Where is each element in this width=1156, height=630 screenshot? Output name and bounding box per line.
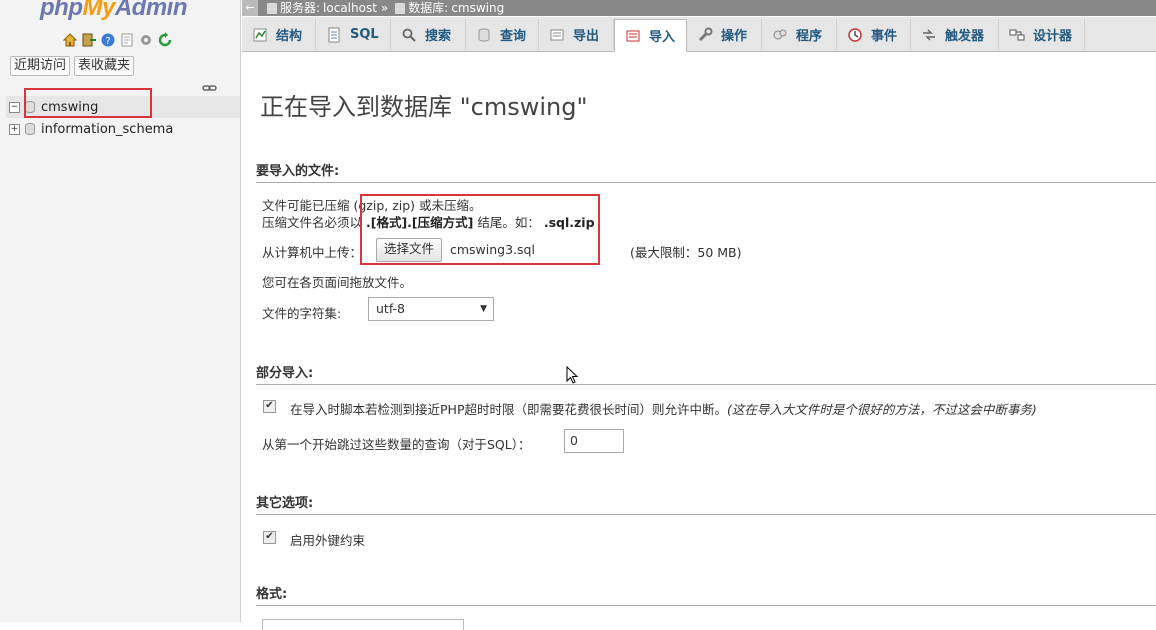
charset-label: 文件的字符集: [262,306,342,321]
breadcrumb-server[interactable]: localhost [323,1,377,15]
export-icon [549,27,565,43]
phpmyadmin-logo[interactable]: phpMyAdmin [40,0,188,22]
breadcrumb-separator: » [380,1,389,15]
file-section-heading: 要导入的文件: [256,160,1156,183]
format-select[interactable] [262,619,464,630]
structure-icon [252,27,268,43]
query-icon [476,27,492,43]
mouse-cursor-icon [566,366,579,384]
tab-query[interactable]: 查询 [466,19,539,50]
red-highlight-box [24,88,152,118]
tab-sql[interactable]: SQL [316,19,391,50]
database-icon [395,2,406,14]
foreign-key-label: 启用外键约束 [290,533,366,548]
format-heading: 格式: [256,583,1156,606]
settings-icon[interactable] [138,32,154,48]
sql-icon [326,27,342,43]
skip-queries-label: 从第一个开始跳过这些数量的查询（对于SQL）： [262,437,531,452]
back-arrow-icon[interactable]: ← [242,0,258,16]
partial-import-heading: 部分导入: [256,362,1156,385]
breadcrumb-db[interactable]: cmswing [451,1,504,15]
help-icon[interactable]: ? [100,32,116,48]
nav-icon-bar: ? [62,32,173,48]
tab-import[interactable]: 导入 [614,19,687,52]
collapse-icon[interactable]: − [9,101,20,113]
max-size-note: (最大限制：50 MB) [630,245,742,260]
docs-icon[interactable] [119,32,135,48]
reload-icon[interactable] [157,32,173,48]
server-icon [267,2,277,14]
main-content: 正在导入到数据库 "cmswing" 要导入的文件: 文件可能已压缩 (gzip… [242,52,1156,630]
link-icon[interactable] [202,80,218,96]
other-options-heading: 其它选项: [256,492,1156,515]
nav-tabs: 近期访问 表收藏夹 [10,56,135,76]
charset-select[interactable]: utf-8 ▼ [368,297,494,321]
breadcrumb-server-label: 服务器: [280,1,321,15]
tab-structure[interactable]: 结构 [242,19,316,50]
tab-triggers[interactable]: 触发器 [911,19,999,50]
upload-label: 从计算机中上传： [262,245,363,260]
tree-item-information-schema[interactable]: + information_schema [6,118,240,140]
tab-search[interactable]: 搜索 [391,19,466,50]
svg-text:?: ? [105,36,110,47]
skip-queries-input[interactable]: 0 [564,429,624,453]
chevron-down-icon: ▼ [480,304,487,314]
tab-events[interactable]: 事件 [837,19,911,50]
favorite-tables-button[interactable]: 表收藏夹 [74,56,135,76]
drag-drop-note: 您可在各页面间拖放文件。 [262,275,413,290]
tab-operations[interactable]: 操作 [687,19,762,50]
tab-bar: 结构 SQL 搜索 查询 导出 导入 操作 程序 事件 触发器 设计器 [242,17,1156,52]
wrench-icon [697,27,713,43]
search-icon [401,27,417,43]
page-title: 正在导入到数据库 "cmswing" [260,93,588,121]
breadcrumb: ← 服务器: localhost » 数据库: cmswing [242,0,1156,16]
database-icon [25,123,35,135]
exit-icon[interactable] [81,32,97,48]
red-highlight-box [360,194,600,265]
recent-tables-button[interactable]: 近期访问 [10,56,71,76]
tab-designer[interactable]: 设计器 [999,19,1085,50]
clock-icon [847,27,863,43]
designer-icon [1009,27,1025,43]
routines-icon [772,27,788,43]
triggers-icon [921,27,937,43]
navigation-panel: phpMyAdmin ? 近期访问 表收藏夹 − cmswing + infor… [0,0,241,622]
import-icon [625,28,641,44]
allow-interrupt-checkbox[interactable]: ✔ [263,400,276,413]
allow-interrupt-label: 在导入时脚本若检测到接近PHP超时时限（即需要花费很长时间）则允许中断。(这在导… [290,402,1037,417]
foreign-key-checkbox[interactable]: ✔ [263,531,276,544]
database-name[interactable]: information_schema [41,122,173,137]
home-icon[interactable] [62,32,78,48]
tab-routines[interactable]: 程序 [762,19,837,50]
tab-export[interactable]: 导出 [539,19,614,50]
breadcrumb-db-label: 数据库: [408,1,449,15]
expand-icon[interactable]: + [9,123,20,135]
